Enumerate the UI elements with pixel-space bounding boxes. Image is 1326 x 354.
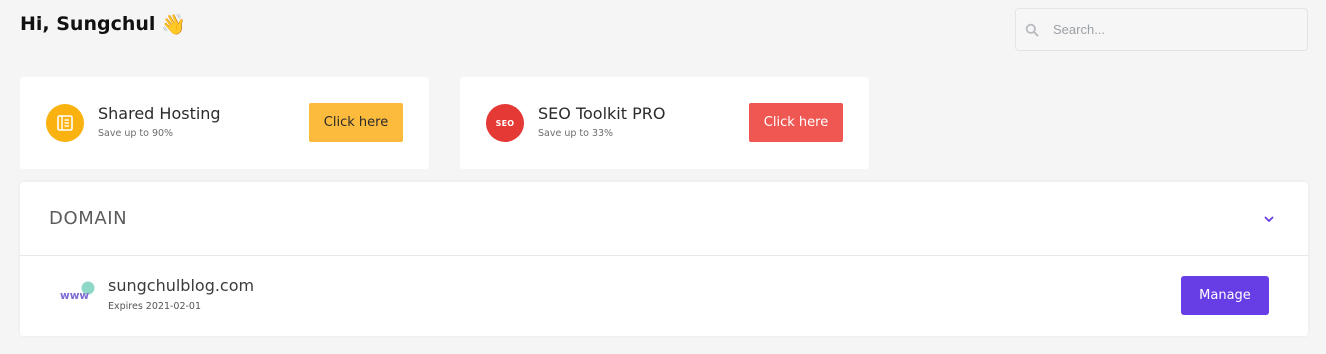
promo-subtitle: Save up to 33% bbox=[538, 128, 614, 139]
promo-card-seo-toolkit: SEO SEO Toolkit PRO Save up to 33% Click… bbox=[460, 77, 869, 169]
greeting: Hi, Sungchul 👋 bbox=[20, 12, 186, 36]
search-icon bbox=[1025, 23, 1039, 37]
promo-subtitle: Save up to 90% bbox=[98, 128, 174, 139]
promo-card-shared-hosting: Shared Hosting Save up to 90% Click here bbox=[20, 77, 429, 169]
seo-badge-text: SEO bbox=[495, 118, 515, 128]
search-input[interactable] bbox=[1053, 22, 1273, 37]
greeting-text: Hi, Sungchul bbox=[20, 13, 156, 35]
domain-panel-header[interactable]: DOMAIN bbox=[20, 182, 1308, 256]
chevron-down-icon[interactable] bbox=[1262, 212, 1276, 226]
domain-name: sungchulblog.com bbox=[108, 276, 255, 295]
www-icon: www bbox=[60, 281, 95, 302]
seo-icon: SEO bbox=[486, 104, 524, 142]
server-icon bbox=[46, 104, 84, 142]
manage-button[interactable]: Manage bbox=[1181, 276, 1269, 315]
domain-panel: DOMAIN www sungchulblog.com Expires 2021… bbox=[20, 182, 1308, 336]
seo-toolkit-click-here-button[interactable]: Click here bbox=[749, 103, 843, 142]
search-box[interactable] bbox=[1015, 8, 1308, 51]
svg-text:www: www bbox=[60, 290, 89, 302]
domain-list-item: www sungchulblog.com Expires 2021-02-01 … bbox=[20, 256, 1308, 335]
wave-emoji-icon: 👋 bbox=[161, 12, 187, 36]
promo-title: Shared Hosting bbox=[98, 104, 221, 123]
domain-expiry: Expires 2021-02-01 bbox=[108, 301, 202, 312]
domain-panel-title: DOMAIN bbox=[49, 208, 128, 229]
shared-hosting-click-here-button[interactable]: Click here bbox=[309, 103, 403, 142]
promo-title: SEO Toolkit PRO bbox=[538, 104, 666, 123]
